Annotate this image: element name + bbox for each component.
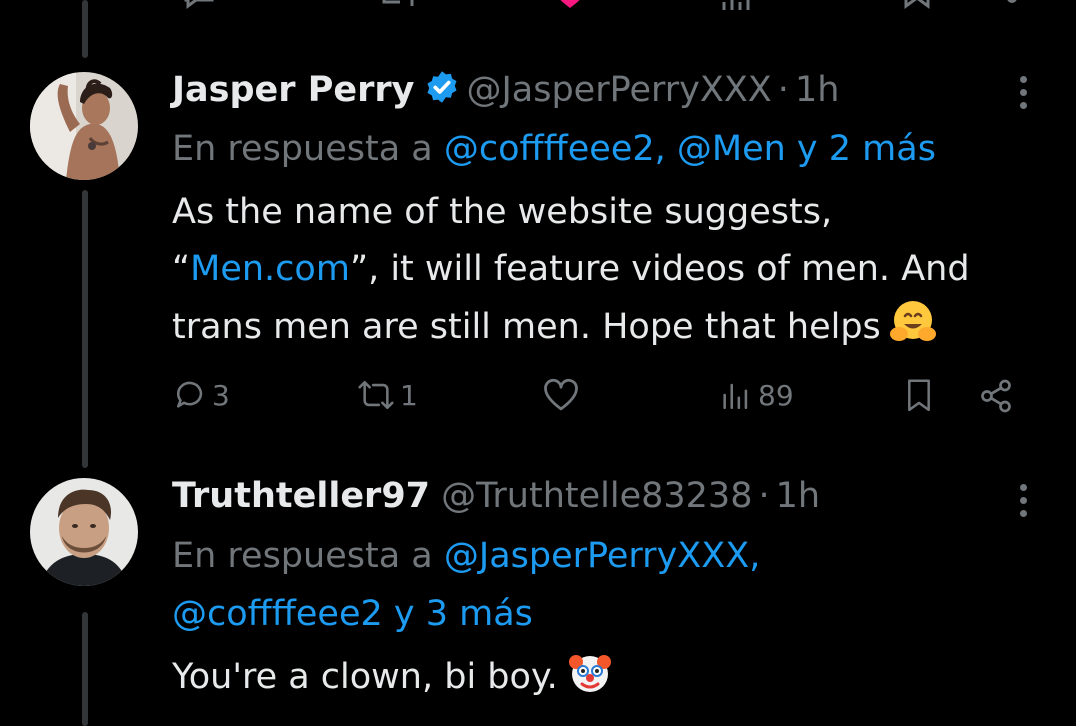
verified-badge-icon (424, 69, 460, 116)
quote-open: “ (172, 249, 191, 289)
tweet-body: You're a clown, bi boy. (172, 648, 614, 714)
tweet-time[interactable]: 1h (776, 476, 820, 516)
share-button[interactable] (978, 378, 1014, 414)
tweet-body: As the name of the website suggests, “Me… (172, 184, 970, 364)
heart-icon (542, 378, 580, 412)
views-button[interactable]: 89 (718, 378, 794, 412)
repost-count: 1 (400, 378, 418, 412)
bookmark-icon[interactable] (902, 0, 932, 17)
tweet-body-line-1: As the name of the website suggests, (172, 192, 833, 232)
after-link-text: ”, it will feature videos of men. And (349, 249, 970, 289)
reply-context: En respuesta a @coffffeee2, @Men y 2 más (172, 120, 936, 178)
share-icon (978, 378, 1014, 414)
tweet-time[interactable]: 1h (795, 70, 839, 110)
tweet-link[interactable]: Men.com (190, 249, 350, 289)
author-handle[interactable]: @JasperPerryXXX (466, 70, 771, 110)
avatar[interactable] (30, 478, 138, 586)
reply-button[interactable]: 3 (174, 378, 230, 412)
clown-face-emoji-icon (566, 648, 614, 714)
thread-line-middle (82, 190, 88, 468)
reply-icon[interactable] (182, 0, 216, 17)
author-handle[interactable]: @Truthtelle83238 (441, 476, 752, 516)
tweet-body-line-2: “Men.com”, it will feature videos of men… (172, 241, 970, 298)
heart-icon[interactable] (550, 0, 590, 17)
speech-bubble-icon (174, 378, 208, 412)
reply-context-line-1: En respuesta a @JasperPerryXXX, (172, 527, 760, 585)
view-count: 89 (758, 378, 794, 412)
author-name[interactable]: Truthteller97 (172, 476, 430, 516)
bar-chart-icon[interactable] (720, 0, 800, 17)
bookmark-button[interactable] (902, 378, 936, 414)
previous-tweet-actions (172, 0, 1052, 10)
reply-mention-2[interactable]: @coffffeee2 y 3 más (172, 585, 760, 643)
tweet-actions: 3 1 89 (172, 378, 1032, 422)
avatar[interactable] (30, 72, 138, 180)
repost-button[interactable]: 1 (356, 378, 418, 412)
repost-arrows-icon (356, 378, 396, 412)
tweet-body-line-3-text: trans men are still men. Hope that helps (172, 307, 881, 347)
reply-prefix: En respuesta a (172, 129, 433, 169)
repost-icon[interactable] (378, 0, 418, 17)
thread-line-top (82, 0, 88, 58)
separator-dot: · (777, 70, 789, 110)
reply-mention-1[interactable]: @JasperPerryXXX, (444, 536, 760, 576)
bookmark-icon (902, 378, 936, 414)
more-dots-icon[interactable] (1020, 76, 1028, 115)
hugging-face-emoji-icon (889, 298, 937, 364)
reply-count: 3 (212, 378, 230, 412)
reply-prefix: En respuesta a (172, 536, 433, 576)
tweet-body-text: You're a clown, bi boy. (172, 657, 558, 697)
tweet-header: Jasper Perry @JasperPerryXXX · 1h (172, 68, 839, 116)
separator-dot: · (758, 476, 770, 516)
more-dots-icon[interactable] (1020, 484, 1028, 523)
author-name[interactable]: Jasper Perry (172, 70, 414, 110)
tweet-header: Truthteller97 @Truthtelle83238 · 1h (172, 474, 820, 518)
thread-line-bottom (82, 612, 88, 726)
reply-context: En respuesta a @JasperPerryXXX, @coffffe… (172, 527, 760, 643)
bar-chart-icon (718, 378, 754, 412)
share-icon[interactable] (1002, 0, 1022, 17)
tweet-body-line-3: trans men are still men. Hope that helps (172, 298, 970, 364)
reply-mentions[interactable]: @coffffeee2, @Men y 2 más (444, 129, 936, 169)
like-button[interactable] (542, 378, 580, 412)
